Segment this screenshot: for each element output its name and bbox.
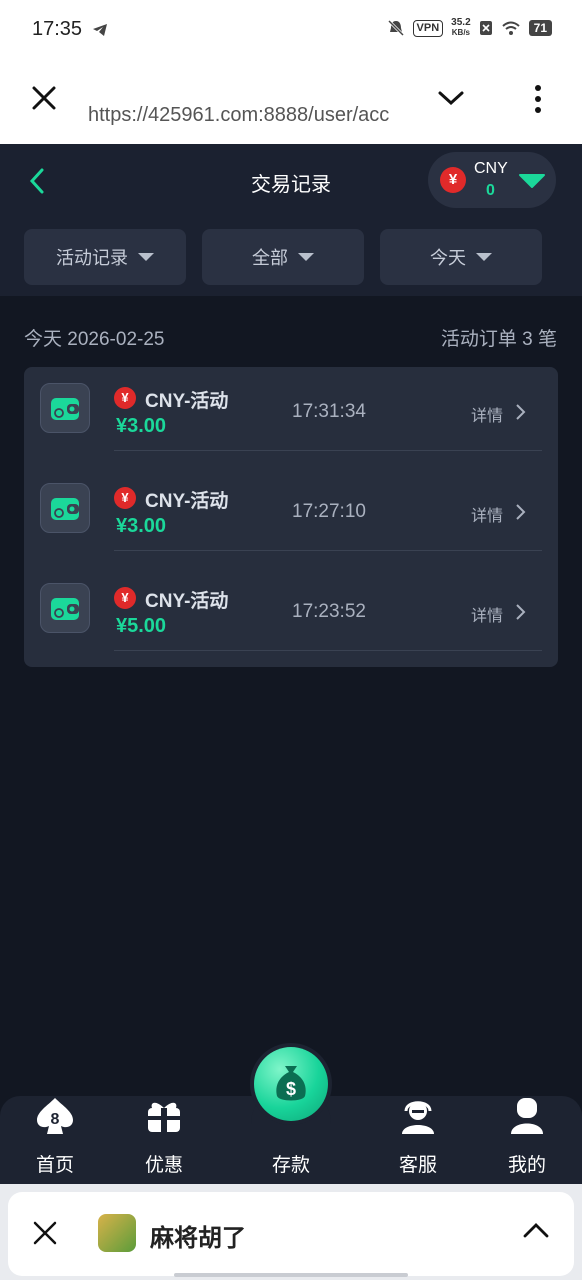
currency-selector[interactable]: ¥ CNY 0 xyxy=(428,152,556,208)
detail-link[interactable]: 详情 xyxy=(471,502,503,526)
list-item[interactable]: ¥ CNY-活动 ¥5.00 17:23:52 详情 xyxy=(24,567,558,667)
spade-icon: 8 xyxy=(37,1098,73,1134)
chevron-right-icon xyxy=(516,604,526,620)
app-name: 麻将胡了 xyxy=(150,1225,246,1252)
record-time: 17:23:52 xyxy=(292,601,366,622)
divider xyxy=(114,550,542,551)
user-icon xyxy=(511,1098,543,1134)
telegram-icon xyxy=(93,24,107,36)
filter-record-type[interactable]: 活动记录 xyxy=(24,229,186,285)
yen-badge-icon: ¥ xyxy=(114,587,136,609)
svg-text:8: 8 xyxy=(51,1111,60,1128)
url-text[interactable]: https://425961.com:8888/user/acc xyxy=(88,104,406,127)
filter-status[interactable]: 全部 xyxy=(202,229,364,285)
record-title: CNY-活动 xyxy=(145,491,229,512)
detail-link[interactable]: 详情 xyxy=(471,402,503,426)
sim-icon xyxy=(479,21,492,35)
vpn-badge: VPN xyxy=(412,19,444,37)
money-bag-icon: $ xyxy=(276,1066,306,1101)
list-item[interactable]: ¥ CNY-活动 ¥3.00 17:31:34 详情 xyxy=(24,367,558,467)
headset-agent-icon xyxy=(402,1101,434,1134)
chevron-right-icon xyxy=(516,404,526,420)
close-icon[interactable] xyxy=(32,1220,58,1246)
record-amount: ¥5.00 xyxy=(116,615,167,637)
status-bar: 17:35 VPN 35.2 KB/s 71 xyxy=(0,0,582,62)
wallet-icon xyxy=(40,483,90,533)
more-menu-icon[interactable] xyxy=(530,84,546,114)
yen-badge-icon: ¥ xyxy=(440,167,466,193)
record-amount: ¥3.00 xyxy=(116,515,167,537)
record-title: CNY-活动 xyxy=(145,591,229,612)
wallet-icon xyxy=(40,583,90,633)
page-header: 交易记录 ¥ CNY 0 活动记录 全部 今天 xyxy=(0,144,582,296)
gift-icon xyxy=(148,1102,180,1132)
status-time: 17:35 xyxy=(32,18,83,40)
caret-down-icon xyxy=(298,253,314,261)
chevron-right-icon xyxy=(516,504,526,520)
battery-indicator: 71 xyxy=(528,20,552,36)
chevron-up-icon[interactable] xyxy=(522,1220,550,1240)
filter-date[interactable]: 今天 xyxy=(380,229,542,285)
app-banner: 麻将胡了 xyxy=(8,1192,574,1276)
record-time: 17:31:34 xyxy=(292,401,366,422)
detail-link[interactable]: 详情 xyxy=(471,602,503,626)
wifi-icon xyxy=(501,21,520,35)
record-amount: ¥3.00 xyxy=(116,415,167,437)
deposit-button[interactable]: $ xyxy=(254,1047,328,1121)
summary-date: 今天 2026-02-25 xyxy=(24,329,165,350)
network-speed: 35.2 KB/s xyxy=(451,17,471,38)
caret-down-icon xyxy=(519,174,545,188)
app-logo xyxy=(98,1214,136,1252)
mute-bell-icon xyxy=(387,19,404,37)
yen-badge-icon: ¥ xyxy=(114,387,136,409)
home-indicator xyxy=(174,1273,408,1277)
summary-count: 活动订单 3 笔 xyxy=(440,329,557,350)
records-list: ¥ CNY-活动 ¥3.00 17:31:34 详情 ¥ CNY-活动 ¥3.0… xyxy=(24,367,558,667)
currency-code: CNY xyxy=(474,160,508,177)
wallet-icon xyxy=(40,383,90,433)
chevron-down-icon[interactable] xyxy=(436,88,466,108)
list-item[interactable]: ¥ CNY-活动 ¥3.00 17:27:10 详情 xyxy=(24,467,558,567)
divider xyxy=(114,650,542,651)
caret-down-icon xyxy=(476,253,492,261)
caret-down-icon xyxy=(138,253,154,261)
close-icon[interactable] xyxy=(28,82,60,114)
record-title: CNY-活动 xyxy=(145,391,229,412)
divider xyxy=(114,450,542,451)
currency-balance: 0 xyxy=(486,182,495,199)
yen-badge-icon: ¥ xyxy=(114,487,136,509)
browser-url-bar: https://425961.com:8888/user/acc xyxy=(0,62,582,144)
svg-text:$: $ xyxy=(286,1079,296,1099)
record-time: 17:27:10 xyxy=(292,501,366,522)
